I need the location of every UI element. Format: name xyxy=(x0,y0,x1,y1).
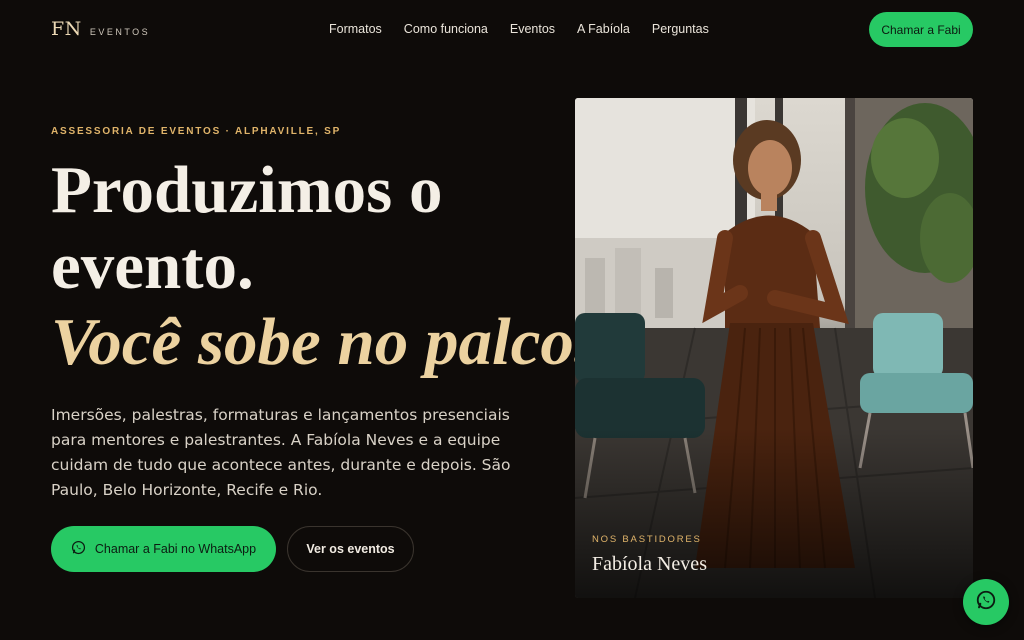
headline-line-1: Produzimos o xyxy=(51,153,443,227)
whatsapp-icon xyxy=(71,540,86,558)
whatsapp-icon xyxy=(975,589,997,616)
photo-caption-kicker: NOS BASTIDORES xyxy=(592,534,702,545)
logo-wordmark: EVENTOS xyxy=(89,27,151,37)
main-menu: Formatos Como funciona Eventos A Fabíola… xyxy=(329,22,709,36)
photo-caption-name: Fabíola Neves xyxy=(592,553,707,575)
whatsapp-cta-label: Chamar a Fabi no WhatsApp xyxy=(94,542,257,556)
logo-monogram: FN xyxy=(51,18,82,40)
view-events-button[interactable]: Ver os eventos xyxy=(287,526,414,572)
headline-accent: Você sobe no palco. xyxy=(51,305,591,379)
top-navigation: FN EVENTOS Formatos Como funciona Evento… xyxy=(0,0,1024,60)
hero-description: Imersões, palestras, formaturas e lançam… xyxy=(51,406,511,499)
hero-headline: Produzimos o evento. Você sobe no palco. xyxy=(51,152,591,380)
nav-link-eventos[interactable]: Eventos xyxy=(510,22,555,36)
hero-eyebrow: ASSESSORIA DE EVENTOS · ALPHAVILLE, SP xyxy=(51,126,342,137)
floating-whatsapp-button[interactable] xyxy=(963,579,1009,625)
nav-cta-button[interactable]: Chamar a Fabi xyxy=(869,12,973,47)
nav-link-formatos[interactable]: Formatos xyxy=(329,22,382,36)
brand-logo[interactable]: FN EVENTOS xyxy=(51,18,150,40)
whatsapp-cta-button[interactable]: Chamar a Fabi no WhatsApp xyxy=(51,526,276,572)
nav-link-perguntas[interactable]: Perguntas xyxy=(652,22,709,36)
portrait-photo-card: NOS BASTIDORES Fabíola Neves xyxy=(575,98,973,598)
nav-link-como-funciona[interactable]: Como funciona xyxy=(404,22,488,36)
nav-link-a-fabiola[interactable]: A Fabíola xyxy=(577,22,630,36)
headline-line-2: evento. xyxy=(51,229,254,303)
